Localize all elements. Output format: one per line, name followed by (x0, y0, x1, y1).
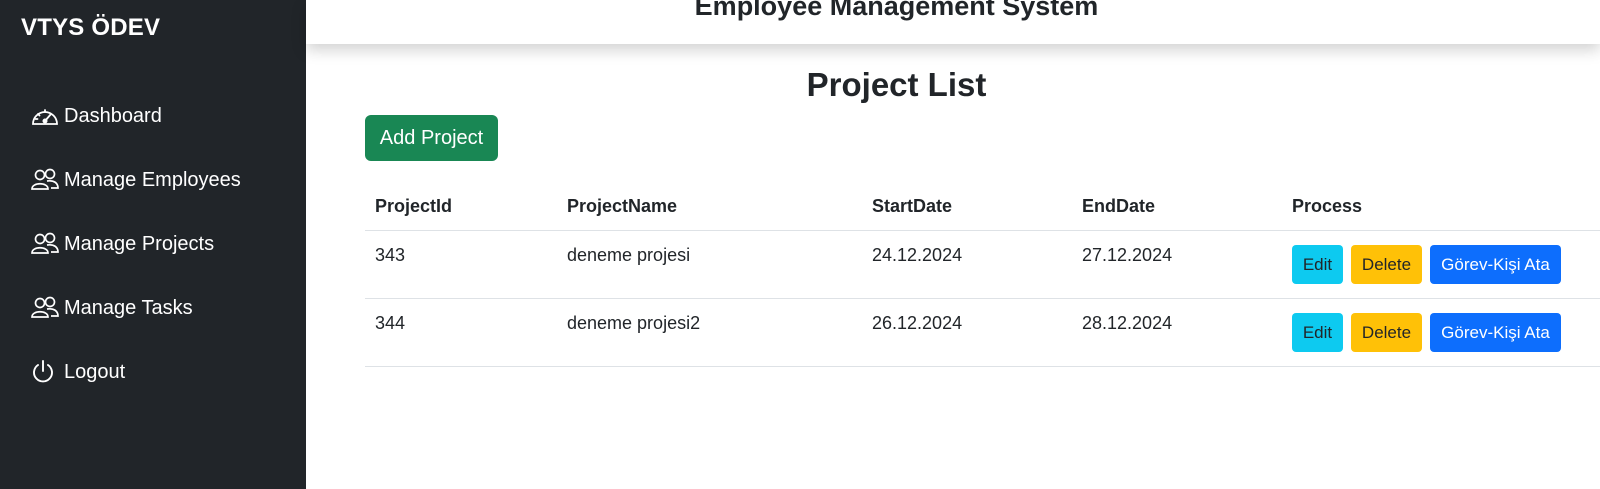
people-icon (30, 230, 64, 258)
project-name-cell: deneme projesi (567, 245, 691, 265)
people-icon (30, 166, 64, 194)
row-actions: Edit Delete Görev-Kişi Ata (1292, 245, 1561, 284)
column-header-process: Process (1292, 196, 1363, 216)
sidebar-item-logout[interactable]: Logout (0, 340, 306, 404)
sidebar-item-manage-tasks[interactable]: Manage Tasks (0, 276, 306, 340)
speedometer-icon (30, 102, 64, 130)
column-header-projectid: ProjectId (375, 196, 453, 216)
end-date-cell: 28.12.2024 (1082, 313, 1173, 333)
assign-task-person-button[interactable]: Görev-Kişi Ata (1430, 245, 1561, 284)
sidebar: VTYS ÖDEV Dashboard Manage Employees Man… (0, 0, 306, 489)
project-id-cell: 344 (375, 313, 406, 333)
top-header: Employee Management System (306, 0, 1600, 44)
table-row: 343 deneme projesi 24.12.2024 27.12.2024… (365, 231, 1600, 299)
sidebar-item-label: Manage Tasks (64, 296, 193, 319)
sidebar-item-label: Dashboard (64, 104, 162, 127)
sidebar-item-label: Manage Projects (64, 232, 215, 255)
sidebar-nav: Dashboard Manage Employees Manage Projec… (0, 84, 306, 404)
column-header-enddate: EndDate (1082, 196, 1156, 216)
sidebar-item-label: Logout (64, 360, 126, 383)
power-icon (30, 358, 64, 386)
assign-task-person-button[interactable]: Görev-Kişi Ata (1430, 313, 1561, 352)
edit-button[interactable]: Edit (1292, 245, 1343, 284)
brand-title: VTYS ÖDEV (21, 14, 161, 41)
page-title: Project List (806, 66, 987, 103)
header-title: Employee Management System (694, 0, 1099, 21)
delete-button[interactable]: Delete (1351, 313, 1422, 352)
sidebar-item-manage-employees[interactable]: Manage Employees (0, 148, 306, 212)
project-name-cell: deneme projesi2 (567, 313, 701, 333)
column-header-startdate: StartDate (872, 196, 953, 216)
column-header-projectname: ProjectName (567, 196, 678, 216)
delete-button[interactable]: Delete (1351, 245, 1422, 284)
project-table: ProjectId ProjectName StartDate EndDate … (365, 183, 1600, 367)
sidebar-item-dashboard[interactable]: Dashboard (0, 84, 306, 148)
sidebar-item-manage-projects[interactable]: Manage Projects (0, 212, 306, 276)
start-date-cell: 24.12.2024 (872, 245, 963, 265)
end-date-cell: 27.12.2024 (1082, 245, 1173, 265)
sidebar-item-label: Manage Employees (64, 168, 241, 191)
table-header-row: ProjectId ProjectName StartDate EndDate … (365, 183, 1600, 231)
table-row: 344 deneme projesi2 26.12.2024 28.12.202… (365, 299, 1600, 367)
project-id-cell: 343 (375, 245, 406, 265)
edit-button[interactable]: Edit (1292, 313, 1343, 352)
start-date-cell: 26.12.2024 (872, 313, 963, 333)
add-project-button[interactable]: Add Project (365, 115, 498, 161)
row-actions: Edit Delete Görev-Kişi Ata (1292, 313, 1561, 352)
people-icon (30, 294, 64, 322)
